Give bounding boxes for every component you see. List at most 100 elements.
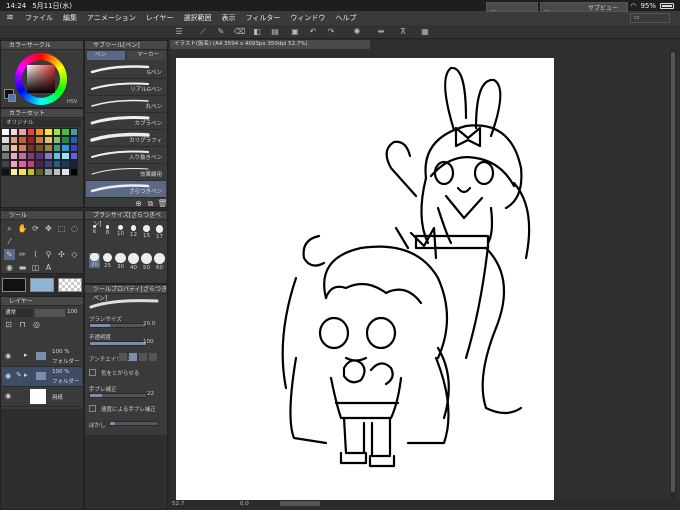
save-icon[interactable]: ▣ (290, 27, 300, 37)
pen-tool-icon[interactable]: ✎ (4, 249, 15, 260)
menu-filter[interactable]: フィルター (241, 13, 286, 23)
menu-icon[interactable]: ☰ (174, 27, 184, 37)
color-swatch[interactable] (69, 168, 79, 176)
mini-window-subview[interactable]: ＿ サブビュー (540, 2, 628, 12)
color-swatch[interactable] (35, 152, 44, 160)
color-swatch[interactable] (52, 144, 62, 152)
tab-pen[interactable]: ペン (87, 51, 125, 60)
select-tool-icon[interactable]: ⬚ (56, 223, 67, 234)
color-swatch[interactable] (69, 152, 79, 160)
vertical-scrollbar[interactable] (670, 50, 676, 500)
color-swatch[interactable] (18, 152, 27, 160)
brush-item[interactable]: 効果線用 (86, 164, 166, 181)
brush-size-cell[interactable]: 10 (115, 225, 126, 237)
move-tool-icon[interactable]: ✥ (43, 223, 54, 234)
color-swatch[interactable] (1, 152, 10, 160)
color-wheel[interactable] (15, 53, 67, 105)
color-swatch[interactable] (52, 160, 62, 168)
brush-item[interactable]: カブラペン (86, 113, 166, 130)
color-swatch[interactable] (35, 144, 44, 152)
color-swatch[interactable] (43, 168, 53, 176)
color-swatch[interactable] (26, 128, 36, 136)
color-swatch[interactable] (61, 144, 70, 152)
eyedropper-tool-icon[interactable]: ⁄ (4, 236, 15, 247)
color-swatch[interactable] (1, 168, 10, 176)
brush-item[interactable]: カリグラフィ (86, 130, 166, 147)
hand-tool-icon[interactable]: ✋ (17, 223, 28, 234)
color-swatch[interactable] (61, 168, 70, 176)
reference-icon[interactable]: ◎ (31, 319, 42, 330)
new-subtool-icon[interactable]: ⊕ (133, 198, 144, 207)
grid-icon[interactable]: ▦ (420, 27, 430, 37)
color-swatch[interactable] (18, 144, 27, 152)
color-swatch[interactable] (43, 136, 53, 144)
main-color-indicator[interactable] (2, 278, 26, 292)
color-swatch[interactable] (43, 144, 53, 152)
canvas-tab[interactable]: イラスト(仮名) (A4 3594 x 4093px 350dpi 52.7%) (170, 40, 370, 49)
brush-size-cell[interactable]: 20 (89, 253, 100, 269)
color-swatch[interactable] (26, 144, 36, 152)
menu-view[interactable]: 表示 (217, 13, 241, 23)
figure-tool-icon[interactable]: ◫ (30, 262, 41, 273)
color-swatch[interactable] (1, 144, 10, 152)
canvas-paper[interactable] (176, 58, 554, 500)
brush-size-slider[interactable] (89, 323, 147, 328)
color-swatch[interactable] (69, 128, 79, 136)
menu-selection[interactable]: 選択範囲 (179, 13, 217, 23)
tab-marker[interactable]: マーカー (127, 51, 165, 60)
copy-subtool-icon[interactable]: ⧉ (145, 198, 156, 207)
fill-tool-icon[interactable]: ◉ (4, 262, 15, 273)
layer-row-3[interactable]: ◉ 用紙 (2, 387, 82, 407)
clip-icon[interactable]: ⊓ (17, 319, 28, 330)
layer-row-2[interactable]: ◉ ✎ ▸ 100 % フォルダー (2, 367, 82, 387)
brush-item[interactable]: 丸ペン (86, 96, 166, 113)
flip-icon[interactable]: ⇹ (376, 27, 386, 37)
pen-icon[interactable]: ✎ (216, 27, 226, 37)
color-gap-checkbox[interactable] (89, 369, 96, 376)
layer-row-1[interactable]: ◉ ▸ 100 % フォルダー (2, 347, 82, 367)
brush-item[interactable]: リアルGペン (86, 79, 166, 96)
rotation-value[interactable]: 0.0 (240, 501, 249, 507)
speed-stabilization-checkbox[interactable] (89, 405, 96, 412)
color-swatch[interactable] (43, 128, 53, 136)
brush-size-cell[interactable]: 60 (154, 253, 165, 271)
brush-size-cell[interactable]: 17 (154, 225, 165, 240)
brush-size-cell[interactable]: 8 (102, 225, 113, 236)
color-swatch[interactable] (9, 128, 19, 136)
color-swatch[interactable] (61, 152, 70, 160)
color-swatch[interactable] (61, 128, 70, 136)
color-swatch[interactable] (18, 128, 27, 136)
transform-icon[interactable]: ⟋ (198, 27, 208, 37)
color-swatch[interactable] (52, 152, 62, 160)
color-swatch[interactable] (9, 136, 19, 144)
menu-edit[interactable]: 編集 (58, 13, 82, 23)
antialias-none[interactable] (119, 353, 127, 361)
color-swatch[interactable] (35, 136, 44, 144)
menu-window[interactable]: ウィンドウ (285, 13, 330, 23)
brush-size-cell[interactable]: 12 (128, 225, 139, 238)
rotate-tool-icon[interactable]: ⟳ (30, 223, 41, 234)
color-swatch[interactable] (1, 136, 10, 144)
color-swatch[interactable] (69, 136, 79, 144)
color-swatch[interactable] (35, 160, 44, 168)
menu-animation[interactable]: アニメーション (82, 13, 141, 23)
eye-icon[interactable]: ◉ (5, 352, 11, 360)
brush-size-cell[interactable]: 50 (141, 253, 152, 271)
color-swatch[interactable] (61, 160, 70, 168)
brush-size-cell[interactable]: 30 (115, 253, 126, 270)
color-swatch[interactable] (43, 152, 53, 160)
eye-icon[interactable]: ◉ (5, 392, 11, 400)
color-swatch[interactable] (18, 160, 27, 168)
menu-help[interactable]: ヘルプ (330, 13, 361, 23)
brush-item[interactable]: 入り抜きペン (86, 147, 166, 164)
sub-color-indicator[interactable] (30, 278, 54, 292)
fill-icon[interactable]: ◧ (252, 27, 262, 37)
settings-icon[interactable]: ✺ (352, 27, 362, 37)
eraser-icon[interactable]: ⌫ (234, 27, 245, 37)
brush-size-cell[interactable]: 6 (89, 225, 100, 235)
color-swatch[interactable] (61, 136, 70, 144)
color-swatch[interactable] (9, 152, 19, 160)
window-controls[interactable]: ▭ (630, 13, 670, 23)
rotation-slider[interactable] (280, 501, 320, 506)
color-swatch[interactable] (9, 144, 19, 152)
